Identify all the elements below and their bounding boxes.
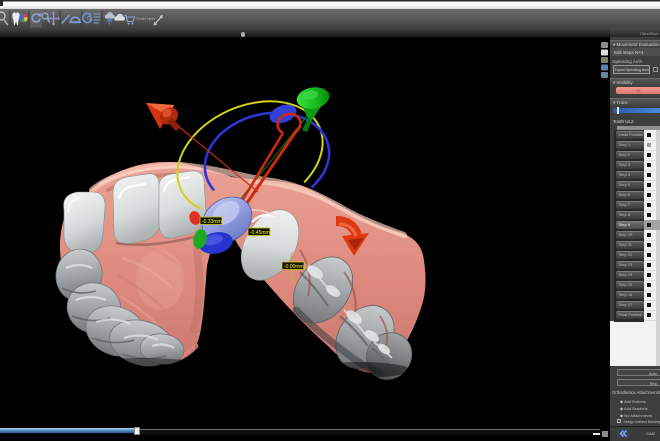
svg-text:-0.00mm: -0.00mm bbox=[284, 264, 304, 270]
svg-text:-0.33mm: -0.33mm bbox=[202, 219, 222, 225]
svg-text:-0.45mm: -0.45mm bbox=[250, 230, 270, 236]
